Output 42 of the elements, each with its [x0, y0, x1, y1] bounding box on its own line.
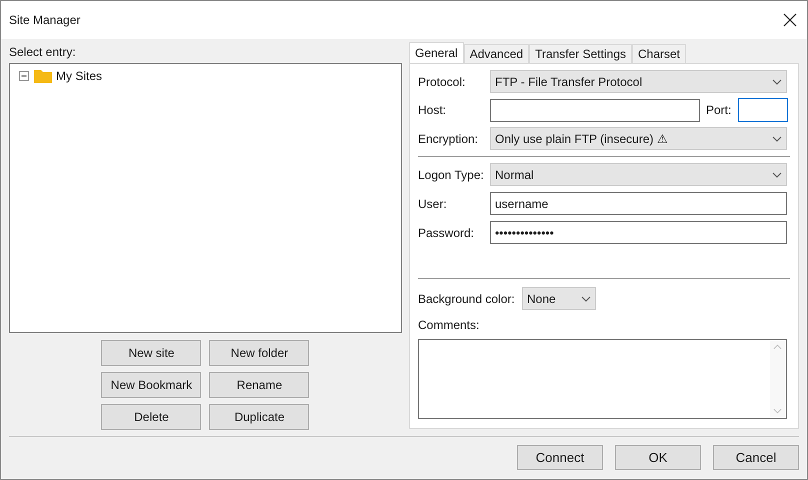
field-label: Port:: [706, 102, 732, 119]
field-label: Protocol:: [418, 74, 466, 90]
tree-item[interactable]: My Sites: [54, 66, 104, 85]
collapse-icon[interactable]: [19, 70, 29, 81]
tab[interactable]: Transfer Settings: [529, 44, 632, 63]
dialog-button[interactable]: OK: [615, 445, 701, 470]
comments-field[interactable]: [418, 339, 787, 419]
tab[interactable]: Advanced: [464, 44, 530, 63]
tab[interactable]: Charset: [632, 44, 686, 63]
site-action-button[interactable]: New Bookmark: [101, 372, 202, 398]
field-label: User:: [418, 196, 448, 212]
field-label: Comments:: [418, 317, 480, 334]
site-tree[interactable]: My Sites: [9, 62, 402, 333]
site-action-button[interactable]: New site: [101, 340, 202, 366]
dialog-button[interactable]: Cancel: [713, 445, 799, 470]
field-label: Encryption:: [418, 130, 480, 148]
select-entry-label: Select entry:: [9, 44, 76, 61]
dropdown[interactable]: Only use plain FTP (insecure) ⚠: [490, 127, 787, 150]
field-label: Background color:: [418, 290, 516, 308]
chevron-down-icon: [772, 136, 782, 142]
field-label: Host:: [418, 102, 447, 119]
folder-icon: [34, 68, 52, 83]
chevron-down-icon: [772, 172, 782, 178]
site-action-button[interactable]: Rename: [209, 372, 310, 398]
chevron-down-icon: [772, 78, 782, 84]
dropdown[interactable]: None: [522, 287, 596, 310]
input-field[interactable]: username: [490, 192, 787, 215]
dialog-button[interactable]: Connect: [517, 445, 603, 470]
dropdown[interactable]: Normal: [490, 163, 787, 186]
chevron-down-icon: [580, 296, 591, 302]
input-field[interactable]: [738, 98, 788, 122]
tab[interactable]: General: [408, 42, 464, 63]
site-action-button[interactable]: New folder: [209, 340, 310, 366]
dropdown[interactable]: FTP - File Transfer Protocol: [490, 70, 787, 93]
input-field[interactable]: [490, 98, 700, 122]
site-action-button[interactable]: Duplicate: [209, 404, 310, 430]
field-label: Password:: [418, 224, 476, 242]
close-icon[interactable]: [783, 13, 797, 27]
field-label: Logon Type:: [418, 166, 485, 184]
site-action-button[interactable]: Delete: [101, 404, 202, 430]
window-title: Site Manager: [9, 12, 80, 29]
input-field[interactable]: ••••••••••••••: [490, 221, 787, 244]
